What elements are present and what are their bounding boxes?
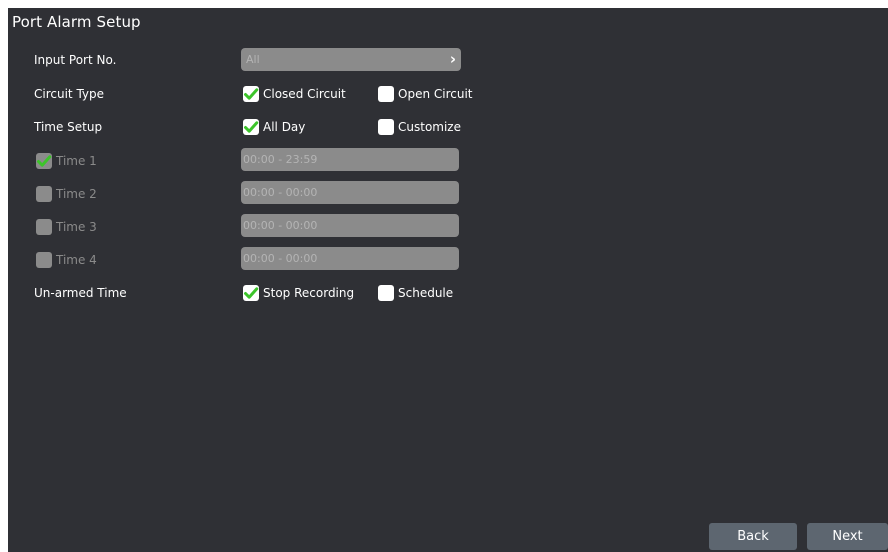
time-3-checkbox[interactable] [36, 219, 52, 235]
schedule-checkbox[interactable] [378, 285, 394, 301]
back-button[interactable]: Back [709, 523, 797, 550]
time-3-value: 00:00 - 00:00 [243, 219, 318, 232]
customize-label: Customize [398, 120, 461, 134]
chevron-right-icon: › [449, 50, 456, 68]
closed-circuit-checkbox[interactable] [243, 86, 259, 102]
all-day-label: All Day [263, 120, 306, 134]
open-circuit-label: Open Circuit [398, 87, 473, 101]
customize-option[interactable]: Customize [378, 118, 461, 136]
time-1-checkbox[interactable] [36, 153, 52, 169]
checkmark-icon [244, 287, 259, 299]
time-1-option[interactable]: Time 1 [36, 152, 97, 170]
input-port-value: All [246, 53, 260, 66]
input-port-label: Input Port No. [34, 53, 117, 67]
time-2-option[interactable]: Time 2 [36, 185, 97, 203]
page-title: Port Alarm Setup [12, 13, 141, 31]
input-port-dropdown[interactable]: All › [241, 48, 461, 71]
time-2-field[interactable]: 00:00 - 00:00 [241, 181, 459, 204]
schedule-label: Schedule [398, 286, 454, 300]
schedule-option[interactable]: Schedule [378, 284, 453, 302]
time-1-value: 00:00 - 23:59 [243, 153, 318, 166]
stop-recording-label: Stop Recording [263, 286, 355, 300]
time-setup-label: Time Setup [34, 120, 103, 134]
open-circuit-option[interactable]: Open Circuit [378, 85, 473, 103]
time-4-option[interactable]: Time 4 [36, 251, 97, 269]
all-day-option[interactable]: All Day [243, 118, 305, 136]
time-3-label: Time 3 [56, 220, 97, 234]
unarmed-time-label: Un-armed Time [34, 286, 127, 300]
closed-circuit-label: Closed Circuit [263, 87, 346, 101]
all-day-checkbox[interactable] [243, 119, 259, 135]
time-2-value: 00:00 - 00:00 [243, 186, 318, 199]
time-4-value: 00:00 - 00:00 [243, 252, 318, 265]
time-4-label: Time 4 [56, 253, 97, 267]
checkmark-icon [37, 155, 52, 167]
stop-recording-option[interactable]: Stop Recording [243, 284, 354, 302]
closed-circuit-option[interactable]: Closed Circuit [243, 85, 346, 103]
time-2-label: Time 2 [56, 187, 97, 201]
time-1-field[interactable]: 00:00 - 23:59 [241, 148, 459, 171]
time-4-checkbox[interactable] [36, 252, 52, 268]
time-3-field[interactable]: 00:00 - 00:00 [241, 214, 459, 237]
circuit-type-label: Circuit Type [34, 87, 105, 101]
time-3-option[interactable]: Time 3 [36, 218, 97, 236]
stop-recording-checkbox[interactable] [243, 285, 259, 301]
open-circuit-checkbox[interactable] [378, 86, 394, 102]
customize-checkbox[interactable] [378, 119, 394, 135]
time-1-label: Time 1 [56, 154, 97, 168]
checkmark-icon [244, 88, 259, 100]
next-button[interactable]: Next [807, 523, 888, 550]
time-2-checkbox[interactable] [36, 186, 52, 202]
port-alarm-setup-panel: Port Alarm Setup Input Port No. All › Ci… [8, 8, 888, 552]
checkmark-icon [244, 121, 259, 133]
time-4-field[interactable]: 00:00 - 00:00 [241, 247, 459, 270]
